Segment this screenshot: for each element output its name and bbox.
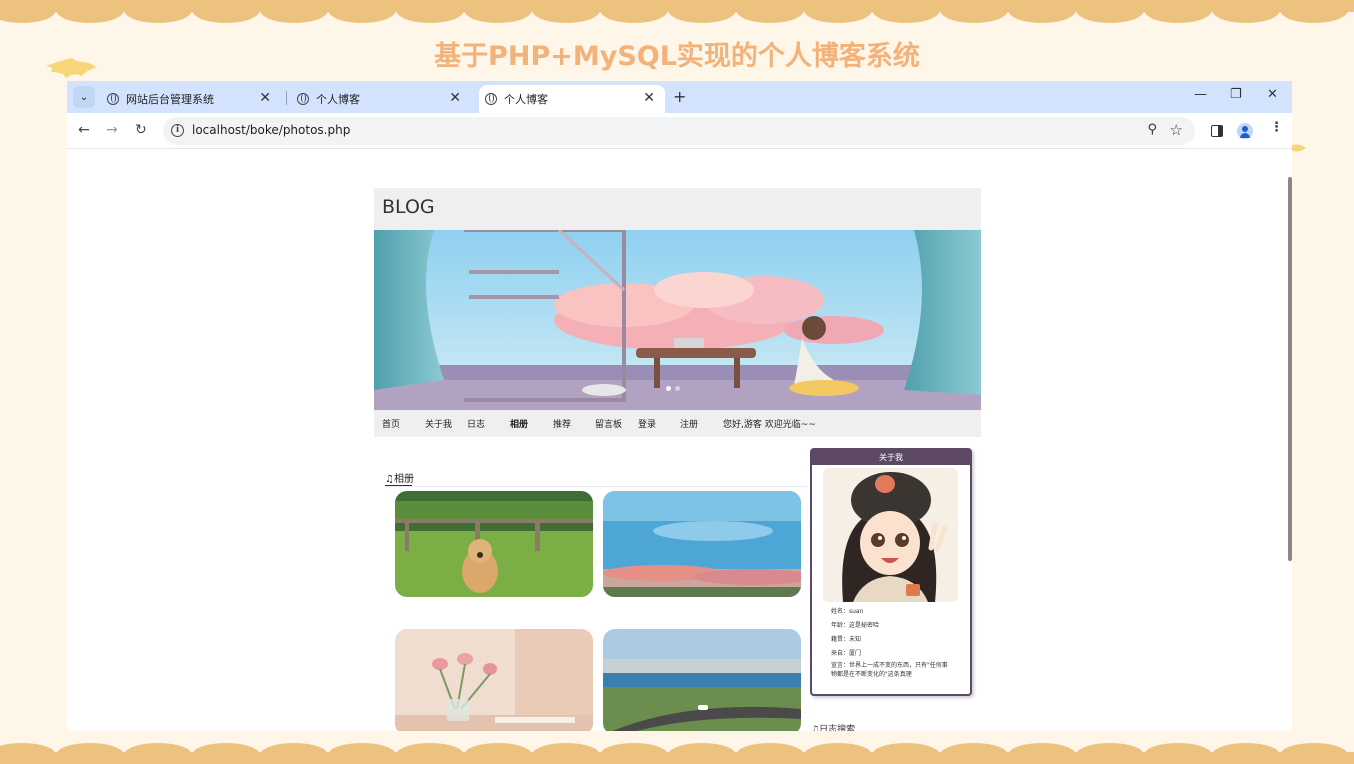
about-from: 来自：厦门 — [831, 650, 862, 657]
window-close-button[interactable]: ✕ — [1267, 87, 1278, 102]
minimize-button[interactable]: — — [1194, 87, 1207, 102]
forward-icon[interactable]: → — [106, 122, 118, 138]
address-bar[interactable]: i localhost/boke/photos.php ⚲ ☆ — [163, 117, 1195, 145]
blog-body: ♫相册 关于我 姓名：suan 年龄：这是秘密哈 籍贯：未知 来自：厦门 宣言：… — [374, 177, 981, 731]
photo-lakeside-road[interactable] — [603, 629, 801, 731]
close-icon[interactable]: ✕ — [259, 90, 271, 106]
tab-list-icon[interactable]: ⌄ — [73, 86, 95, 108]
tab-separator — [286, 91, 287, 105]
album-divider — [385, 486, 807, 487]
photo-sea[interactable] — [603, 491, 801, 597]
back-icon[interactable]: ← — [78, 122, 90, 138]
restore-button[interactable]: ❐ — [1230, 87, 1242, 102]
zoom-icon[interactable]: ⚲ — [1147, 122, 1157, 137]
slide-title: 基于PHP+MySQL实现的个人博客系统 — [434, 41, 920, 72]
tab-label: 个人博客 — [504, 93, 548, 106]
avatar — [823, 468, 958, 602]
about-hometown: 籍贯：未知 — [831, 636, 862, 643]
info-icon[interactable]: i — [171, 124, 184, 137]
about-name: 姓名：suan — [831, 608, 864, 615]
reload-icon[interactable]: ↻ — [135, 122, 147, 138]
scallop-top-border — [0, 0, 1354, 23]
diary-search-title: ♫日志搜索 — [811, 725, 856, 731]
tab-admin[interactable]: 网站后台管理系统 ✕ — [99, 85, 281, 113]
menu-icon[interactable]: ⋮ — [1270, 120, 1283, 135]
globe-icon — [297, 93, 309, 105]
about-me-heading: 关于我 — [812, 450, 970, 465]
decorative-star-icon — [1290, 144, 1306, 152]
tab-strip: ⌄ 网站后台管理系统 ✕ 个人博客 ✕ 个人博客 ✕ + — ❐ ✕ — [67, 81, 1292, 113]
close-icon[interactable]: ✕ — [449, 90, 461, 106]
page-viewport: BLOG 首页 关于我 日志 相册 推荐 留言板 登录 注册 您好,游客 欢迎光… — [67, 177, 1292, 731]
tab-label: 个人博客 — [316, 93, 360, 106]
tab-label: 网站后台管理系统 — [126, 93, 214, 106]
tab-blog-active[interactable]: 个人博客 ✕ — [479, 85, 665, 113]
about-age: 年龄：这是秘密哈 — [831, 622, 880, 629]
tab-blog[interactable]: 个人博客 ✕ — [289, 85, 471, 113]
photo-dog[interactable] — [395, 491, 593, 597]
star-icon[interactable]: ☆ — [1170, 121, 1183, 139]
scallop-bottom-border — [0, 743, 1354, 764]
new-tab-button[interactable]: + — [673, 87, 686, 106]
browser-window: ⌄ 网站后台管理系统 ✕ 个人博客 ✕ 个人博客 ✕ + — ❐ ✕ ← → ↻… — [67, 81, 1292, 731]
browser-toolbar: ← → ↻ i localhost/boke/photos.php ⚲ ☆ ⋮ — [67, 113, 1292, 149]
close-icon[interactable]: ✕ — [643, 90, 655, 106]
page-scrollbar[interactable] — [1288, 177, 1292, 561]
side-panel-icon[interactable] — [1211, 125, 1223, 137]
profile-icon[interactable] — [1237, 123, 1253, 139]
photo-tulips[interactable] — [395, 629, 593, 731]
globe-icon — [485, 93, 497, 105]
album-title: ♫相册 — [385, 474, 414, 485]
url-text[interactable]: localhost/boke/photos.php — [192, 123, 350, 137]
globe-icon — [107, 93, 119, 105]
about-me-card: 关于我 姓名：suan 年龄：这是秘密哈 籍贯：未知 来自：厦门 宣言：世界上一… — [810, 448, 972, 696]
about-motto: 宣言：世界上一成不变的东西，只有"任何事物都是在不断变化的"这条真理 — [831, 662, 948, 678]
